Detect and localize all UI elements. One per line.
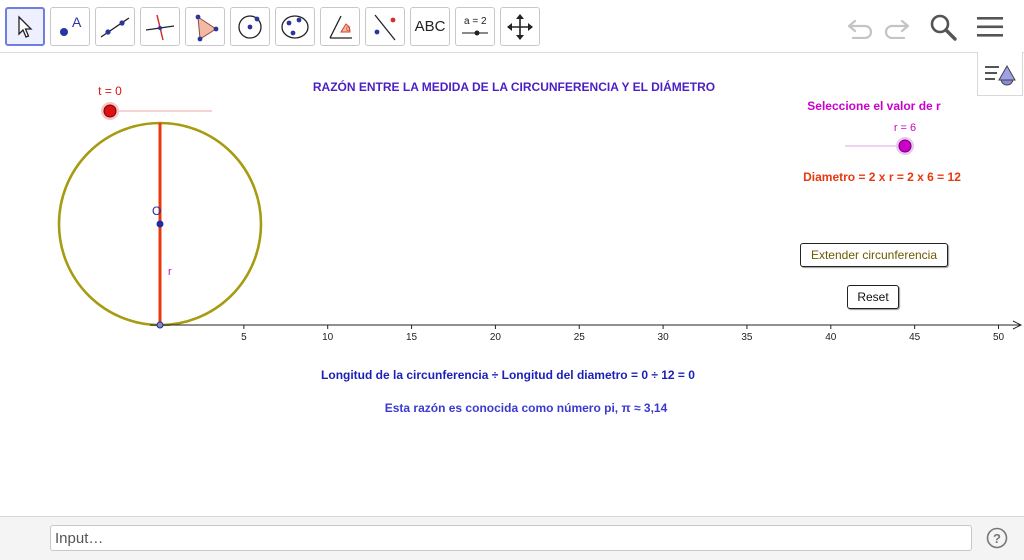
cursor-arrow-icon <box>18 14 33 38</box>
ratio-formula: Longitud de la circunferencia ÷ Longitud… <box>321 368 695 382</box>
polygon-icon <box>195 14 219 41</box>
input-bar: ? <box>0 516 1024 560</box>
x-axis-tick-label: 15 <box>406 332 418 343</box>
slider-t-label: t = 0 <box>98 84 122 98</box>
svg-text:?: ? <box>993 531 1001 546</box>
circle-three-points-tool-button[interactable] <box>275 7 315 46</box>
x-axis-tick-label: 40 <box>825 332 837 343</box>
point-tool-button[interactable]: A <box>50 7 90 46</box>
x-axis-tick-label: 5 <box>241 332 247 343</box>
reflect-about-line-icon <box>374 14 396 40</box>
geogebra-app: A α ABC a = 2 RAZÓN ENTRE LA MEDIDA DE L… <box>0 0 1024 560</box>
style-bar-icon <box>985 64 1016 85</box>
redo-button[interactable] <box>880 10 914 44</box>
ellipse-icon <box>281 14 309 39</box>
perpendicular-line-tool-button[interactable] <box>140 7 180 46</box>
slider-t-handle[interactable] <box>103 104 117 118</box>
angle-icon: α <box>329 15 352 39</box>
x-axis-tick-label: 25 <box>574 332 586 343</box>
pi-statement: Esta razón es conocida como número pi, π… <box>385 401 668 415</box>
slider-r-handle[interactable] <box>898 139 912 153</box>
polygon-tool-button[interactable] <box>185 7 225 46</box>
slider-icon: a = 2 <box>462 16 488 35</box>
point-icon: A <box>60 14 82 36</box>
construction-title: RAZÓN ENTRE LA MEDIDA DE LA CIRCUNFERENC… <box>313 79 715 94</box>
x-axis-tick-label: 35 <box>741 332 753 343</box>
text-icon: ABC <box>414 18 446 35</box>
point-tool-label: A <box>72 14 82 30</box>
toolbar: A α ABC a = 2 <box>0 0 1024 53</box>
undo-button[interactable] <box>843 10 877 44</box>
x-axis-ticks: 5 10 15 20 25 30 35 40 45 50 <box>241 325 1004 343</box>
slider-r-label: r = 6 <box>894 122 916 134</box>
move-tool-button[interactable] <box>5 7 45 46</box>
x-axis-tick-label: 30 <box>658 332 670 343</box>
origin-point[interactable] <box>156 321 164 329</box>
search-button[interactable] <box>926 10 960 44</box>
circle-center-icon <box>238 14 262 39</box>
diameter-formula: Diametro = 2 x r = 2 x 6 = 12 <box>803 170 961 184</box>
style-bar-toggle-button[interactable] <box>977 52 1023 96</box>
search-icon <box>930 14 957 41</box>
slider-tool-label: a = 2 <box>464 16 487 27</box>
x-axis-tick-label: 10 <box>322 332 334 343</box>
perpendicular-line-icon <box>145 14 175 40</box>
radius-label: r <box>168 266 172 278</box>
reflect-tool-button[interactable] <box>365 7 405 46</box>
line-tool-button[interactable] <box>95 7 135 46</box>
move-arrows-icon <box>507 13 533 40</box>
center-point-o[interactable] <box>156 220 164 228</box>
menu-icon <box>977 17 1003 37</box>
undo-icon <box>847 19 873 39</box>
center-point-label: O <box>152 204 161 218</box>
x-axis-tick-label: 50 <box>993 332 1005 343</box>
algebra-input-field[interactable] <box>50 525 972 551</box>
text-tool-button[interactable]: ABC <box>410 7 450 46</box>
x-axis-tick-label: 20 <box>490 332 502 343</box>
select-r-label: Seleccione el valor de r <box>807 99 941 113</box>
main-menu-button[interactable] <box>973 10 1007 44</box>
slider-tool-button[interactable]: a = 2 <box>455 7 495 46</box>
move-graphics-view-tool-button[interactable] <box>500 7 540 46</box>
x-axis-tick-label: 45 <box>909 332 921 343</box>
line-through-points-icon <box>100 16 130 38</box>
graphics-view[interactable]: RAZÓN ENTRE LA MEDIDA DE LA CIRCUNFERENC… <box>0 54 1024 516</box>
reset-button[interactable]: Reset <box>847 285 899 309</box>
help-icon[interactable]: ? <box>986 527 1008 549</box>
redo-icon <box>884 19 910 39</box>
extend-circumference-button[interactable]: Extender circunferencia <box>800 243 948 267</box>
circle-center-point-tool-button[interactable] <box>230 7 270 46</box>
angle-tool-label: α <box>346 24 351 33</box>
angle-tool-button[interactable]: α <box>320 7 360 46</box>
x-axis: 5 10 15 20 25 30 35 40 45 50 <box>150 320 1023 343</box>
